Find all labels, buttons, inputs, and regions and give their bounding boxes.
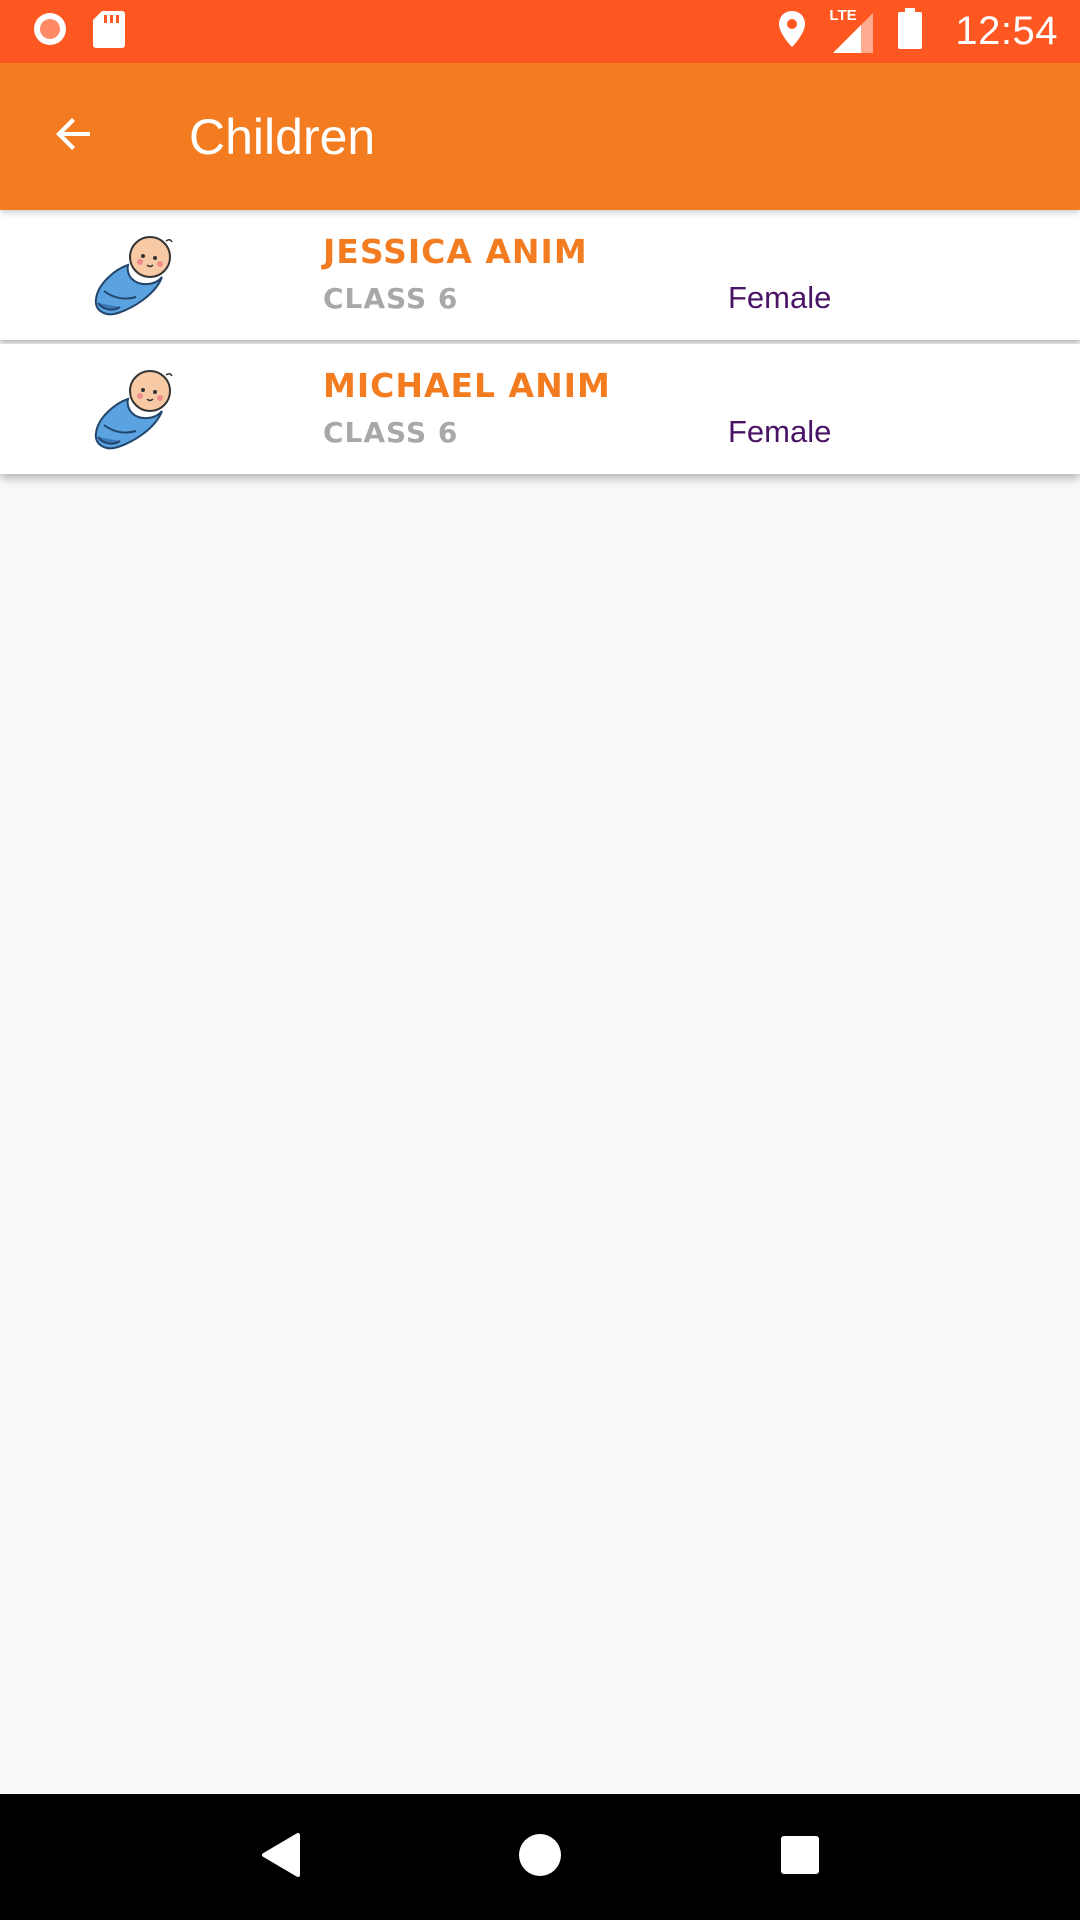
back-triangle-icon	[258, 1831, 302, 1884]
children-list: Jessica Anim Class 6 Female Michael Anim…	[0, 210, 1080, 478]
arrow-back-icon	[50, 110, 98, 163]
baby-avatar-icon	[92, 231, 180, 319]
network-type-label: LTE	[829, 6, 857, 24]
battery-icon	[897, 8, 923, 55]
recents-square-icon	[779, 1834, 821, 1881]
lte-signal-icon: LTE	[829, 6, 875, 55]
status-time: 12:54	[955, 9, 1058, 53]
app-bar: Children	[0, 63, 1080, 210]
status-left	[30, 9, 126, 54]
nav-recents-button[interactable]	[760, 1817, 840, 1897]
child-class: Class 6	[323, 416, 459, 449]
child-class: Class 6	[323, 282, 459, 315]
system-nav-bar	[0, 1794, 1080, 1920]
status-right: LTE 12:54	[777, 6, 1058, 55]
nav-back-button[interactable]	[240, 1817, 320, 1897]
sd-card-icon	[92, 9, 126, 54]
child-card[interactable]: Michael Anim Class 6 Female	[0, 344, 1080, 474]
status-bar: LTE 12:54	[0, 0, 1080, 63]
child-card[interactable]: Jessica Anim Class 6 Female	[0, 210, 1080, 340]
nav-home-button[interactable]	[500, 1817, 580, 1897]
page-title: Children	[189, 108, 376, 165]
back-button[interactable]	[0, 63, 147, 210]
child-gender: Female	[728, 280, 832, 315]
child-name: Jessica Anim	[323, 232, 588, 271]
baby-avatar-icon	[92, 365, 180, 453]
child-gender: Female	[728, 414, 832, 449]
record-icon	[30, 9, 70, 54]
child-name: Michael Anim	[323, 366, 611, 405]
location-icon	[777, 9, 807, 54]
home-circle-icon	[517, 1832, 563, 1883]
